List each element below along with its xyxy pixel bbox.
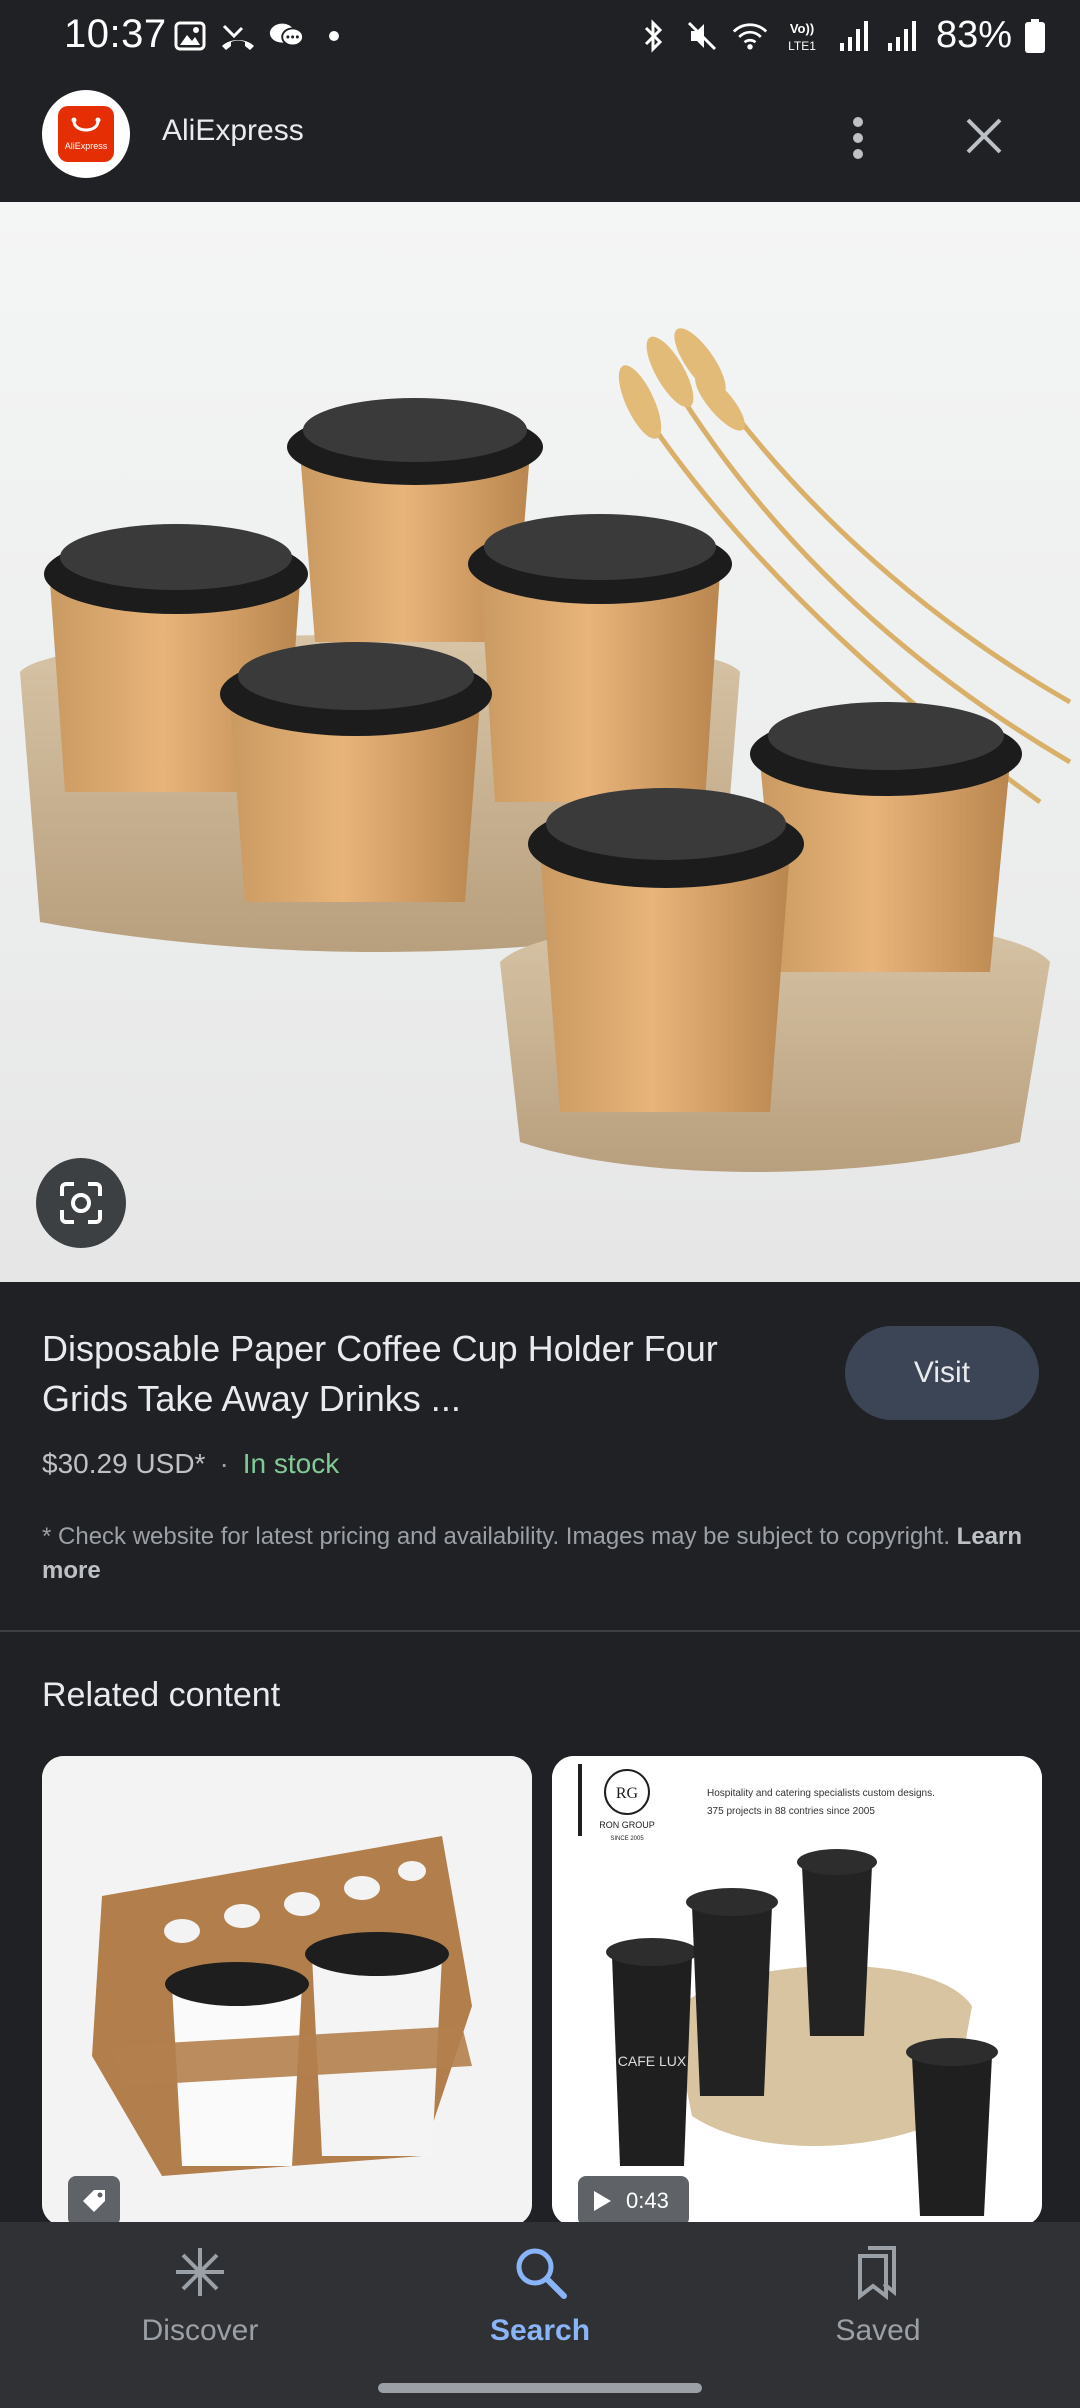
mute-icon [684,18,720,54]
separator: · [219,1448,229,1479]
brand-name: RON GROUP [599,1820,655,1830]
gallery-icon [172,18,208,54]
svg-text:Vo)): Vo)) [790,21,814,36]
google-lens-button[interactable] [36,1158,126,1248]
play-icon [594,2191,611,2211]
dot-icon [316,18,352,54]
chat-icon [268,18,304,54]
wifi-icon [732,18,768,54]
card-tagline-2: 375 projects in 88 contries since 2005 [707,1806,875,1817]
price: $30.29 USD* [42,1448,206,1479]
signal-icon [884,18,920,54]
volte-icon: Vo)) LTE1 [780,18,824,54]
product-image[interactable] [0,202,1080,1282]
nav-search[interactable]: Search [440,2244,640,2348]
more-options-button[interactable] [832,108,884,168]
battery-icon [1024,18,1046,54]
video-duration: 0:43 [626,2188,669,2213]
coffee-cups-illustration [20,328,1072,1172]
asterisk-icon [176,2248,224,2296]
product-title[interactable]: Disposable Paper Coffee Cup Holder Four … [42,1324,802,1424]
bookmark-icon [858,2246,896,2300]
battery-percent: 83% [935,14,1012,56]
app-header: AliExpress AliExpress [0,72,1080,202]
system-icons: Vo)) LTE1 83% [636,14,1046,57]
related-card[interactable] [42,1756,532,2226]
cup-text: CAFE LUX [618,2053,687,2069]
app-title: AliExpress [162,114,304,147]
nav-label: Saved [835,2314,921,2347]
missed-call-icon [220,18,256,54]
bluetooth-icon [636,18,672,54]
disclaimer: * Check website for latest pricing and a… [42,1520,1042,1588]
price-row: $30.29 USD* · In stock [42,1448,339,1480]
svg-text:LTE1: LTE1 [788,39,816,53]
video-duration-badge: 0:43 [578,2176,689,2226]
brand-since: SINCE 2005 [610,1836,644,1842]
divider [0,1630,1080,1632]
more-vert-icon [853,117,863,159]
signal-icon [836,18,872,54]
home-indicator[interactable] [378,2383,702,2393]
aliexpress-logo-mark: AliExpress [58,106,114,162]
nav-label: Search [489,2314,591,2347]
card-tagline-1: Hospitality and catering specialists cus… [707,1788,935,1799]
ron-group-cups-illustration: RG RON GROUP SINCE 2005 Hospitality and … [552,1756,1042,2226]
notification-icons [172,18,352,54]
aliexpress-logo: AliExpress [42,90,130,178]
cup-carrier-illustration [42,1756,532,2226]
related-card[interactable]: RG RON GROUP SINCE 2005 Hospitality and … [552,1756,1042,2226]
visit-button[interactable]: Visit [845,1326,1039,1420]
lens-icon [60,1182,102,1224]
nav-saved[interactable]: Saved [778,2244,978,2348]
shopping-tag-badge [68,2176,120,2226]
bottom-navigation: Discover Search Saved [0,2222,1080,2408]
related-content-title: Related content [42,1676,281,1714]
tag-icon [83,2190,105,2212]
status-time: 10:37 [64,12,167,56]
nav-label: Discover [141,2314,259,2347]
close-button[interactable] [954,106,1014,166]
search-icon [516,2248,567,2299]
status-bar: 10:37 Vo)) LTE1 83% [0,0,1080,72]
logo-text: AliExpress [64,141,108,151]
close-icon [966,118,1002,154]
nav-discover[interactable]: Discover [100,2244,300,2348]
stock-status: In stock [242,1448,340,1479]
svg-text:RG: RG [616,1785,639,1802]
disclaimer-text: * Check website for latest pricing and a… [42,1523,950,1550]
